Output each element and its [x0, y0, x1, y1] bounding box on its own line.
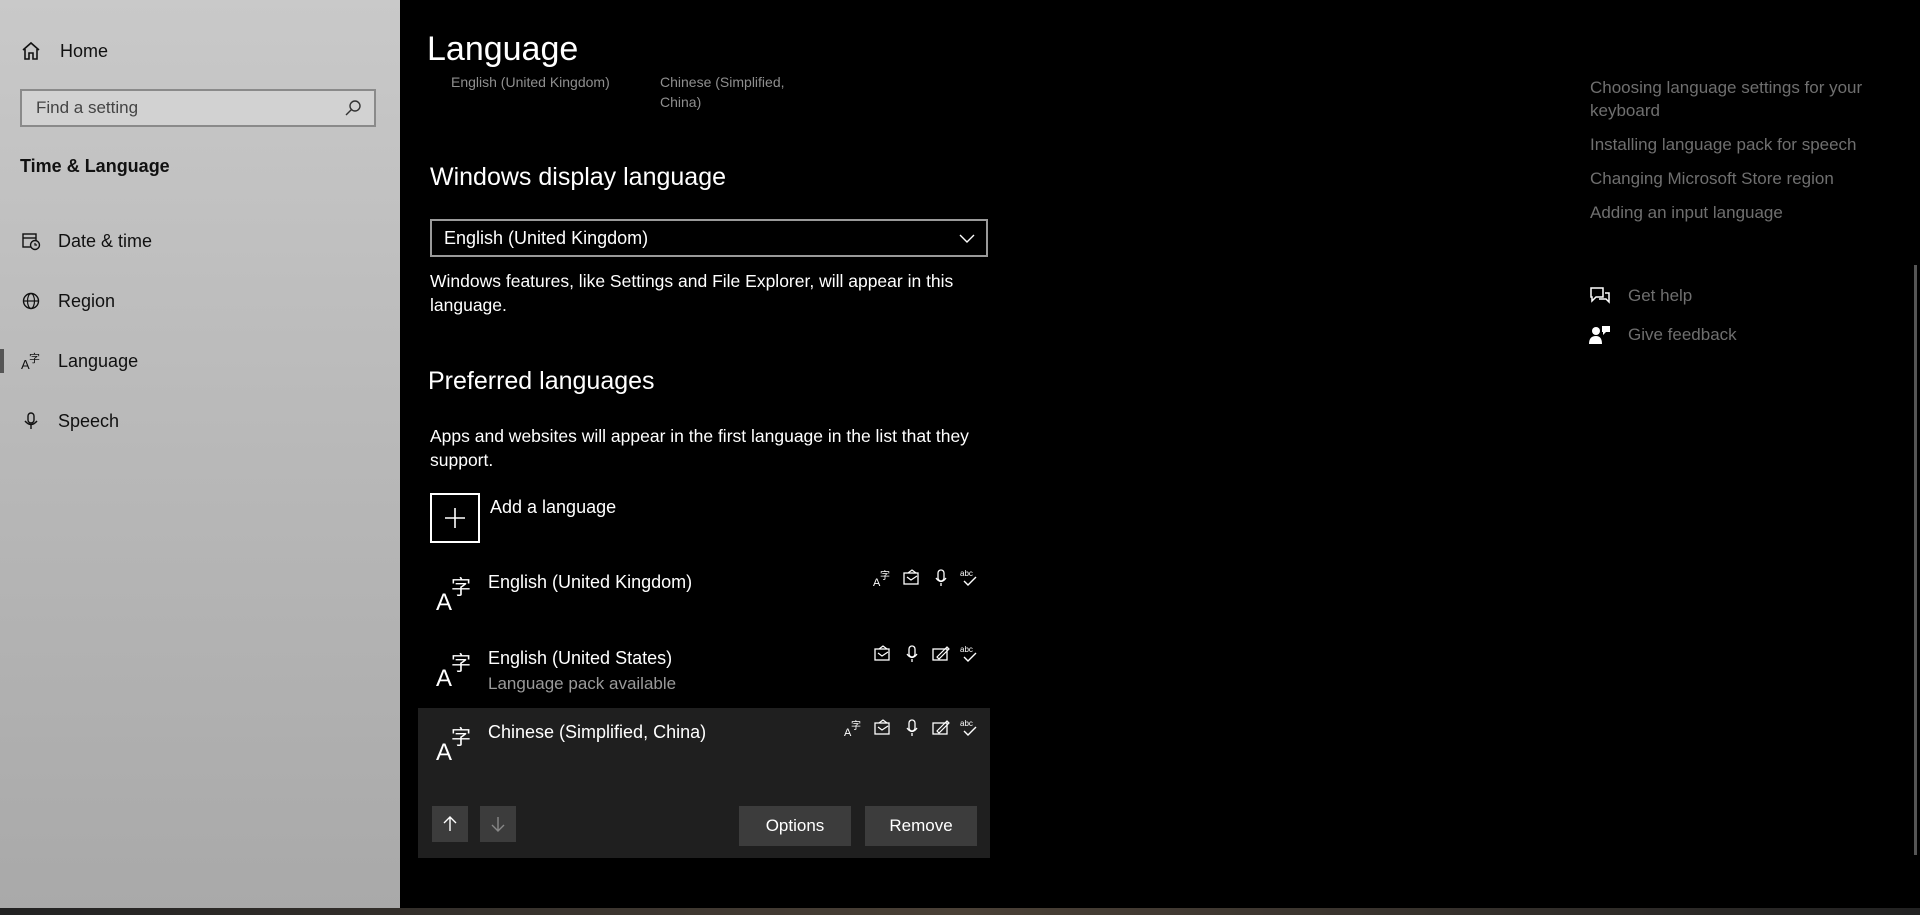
- language-features: A字 abc: [873, 568, 980, 588]
- preferred-languages-heading: Preferred languages: [428, 367, 655, 395]
- chevron-down-icon: [959, 234, 975, 243]
- feedback-icon: [1589, 326, 1610, 344]
- scrollbar[interactable]: [1914, 265, 1917, 855]
- svg-text:A: A: [436, 665, 452, 690]
- language-status: Language pack available: [488, 674, 677, 693]
- get-help-label: Get help: [1628, 286, 1693, 305]
- language-name: Chinese (Simplified, China): [488, 722, 707, 742]
- svg-text:abc: abc: [960, 719, 973, 728]
- text-to-speech-icon: [874, 719, 890, 735]
- display-language-icon: A字: [873, 569, 890, 588]
- get-help-link[interactable]: Get help: [1588, 284, 1692, 308]
- search-input[interactable]: [34, 97, 344, 119]
- handwriting-icon: [932, 720, 950, 735]
- taskbar-edge: [0, 908, 1920, 915]
- svg-text:A: A: [436, 589, 452, 614]
- language-name: English (United States): [488, 648, 673, 668]
- language-name: English (United Kingdom): [488, 572, 693, 592]
- sidebar-item-label: Region: [58, 290, 116, 311]
- svg-text:字: 字: [451, 651, 471, 675]
- language-icon: A字: [436, 575, 471, 614]
- faded-language-label: Chinese (Simplified, China): [660, 72, 785, 112]
- related-link-input-language[interactable]: Adding an input language: [1590, 201, 1890, 224]
- text-to-speech-icon: [874, 645, 890, 661]
- svg-text:字: 字: [880, 569, 890, 582]
- spell-check-icon: abc: [960, 569, 977, 586]
- page-title: Language: [427, 30, 579, 68]
- section-title: Time & Language: [20, 156, 170, 176]
- text-to-speech-icon: [903, 569, 919, 585]
- arrow-down-icon: [491, 817, 505, 832]
- svg-text:字: 字: [851, 719, 861, 732]
- display-language-dropdown[interactable]: English (United Kingdom): [430, 219, 988, 257]
- dropdown-value: English (United Kingdom): [444, 227, 649, 248]
- give-feedback-label: Give feedback: [1628, 325, 1737, 344]
- related-link-keyboard[interactable]: Choosing language settings for your keyb…: [1590, 76, 1890, 122]
- language-features: abc: [873, 644, 980, 664]
- move-up-button[interactable]: [432, 806, 468, 842]
- svg-text:A: A: [436, 739, 452, 764]
- home-label: Home: [60, 40, 109, 61]
- give-feedback-link[interactable]: Give feedback: [1588, 323, 1737, 347]
- svg-text:abc: abc: [960, 569, 973, 578]
- sidebar-item-label: Date & time: [58, 230, 153, 251]
- sidebar-item-speech[interactable]: Speech: [0, 401, 400, 441]
- svg-text:abc: abc: [960, 645, 973, 654]
- search-icon[interactable]: [344, 99, 362, 117]
- language-item-zh-cn[interactable]: A字 Chinese (Simplified, China) A字 abc Op…: [418, 708, 990, 858]
- related-link-speech-pack[interactable]: Installing language pack for speech: [1590, 133, 1890, 156]
- display-language-icon: A字: [844, 719, 861, 738]
- sidebar-item-date-time[interactable]: Date & time: [0, 221, 400, 261]
- home-icon: [22, 41, 40, 60]
- related-link-store-region[interactable]: Changing Microsoft Store region: [1590, 167, 1890, 190]
- sidebar-item-label: Speech: [58, 410, 120, 431]
- sidebar-item-label: Language: [58, 350, 139, 371]
- language-item-en-gb[interactable]: A字 English (United Kingdom) A字 abc: [418, 558, 990, 628]
- search-box[interactable]: [20, 89, 376, 127]
- add-language-label: Add a language: [490, 497, 617, 517]
- language-item-en-us[interactable]: A字 English (United States) Language pack…: [418, 634, 990, 706]
- language-icon: A字: [20, 350, 42, 372]
- remove-button[interactable]: Remove: [865, 806, 977, 846]
- spell-check-icon: abc: [960, 719, 977, 736]
- speech-recognition-icon: [935, 569, 947, 586]
- plus-icon: [430, 493, 480, 543]
- arrow-up-icon: [443, 816, 457, 831]
- faded-line: China): [660, 94, 702, 110]
- language-icon: A字: [436, 651, 471, 690]
- faded-language-label: English (United Kingdom): [451, 74, 610, 90]
- add-language-button[interactable]: Add a language: [430, 493, 616, 543]
- move-down-button[interactable]: [480, 806, 516, 842]
- language-features: A字 abc: [844, 718, 980, 738]
- speech-recognition-icon: [906, 645, 918, 662]
- options-button[interactable]: Options: [739, 806, 851, 846]
- globe-icon: [20, 290, 42, 312]
- svg-text:字: 字: [29, 351, 40, 365]
- faded-line: Chinese (Simplified,: [660, 74, 785, 90]
- display-language-heading: Windows display language: [430, 163, 727, 191]
- language-icon: A字: [436, 725, 471, 764]
- svg-text:字: 字: [451, 725, 471, 749]
- microphone-icon: [20, 410, 42, 432]
- sidebar-item-language[interactable]: A字 Language: [0, 341, 400, 381]
- spell-check-icon: abc: [960, 645, 977, 662]
- svg-text:字: 字: [451, 575, 471, 599]
- home-nav-item[interactable]: Home: [20, 36, 108, 66]
- sidebar-item-region[interactable]: Region: [0, 281, 400, 321]
- sidebar: Home Time & Language Date & time Region …: [0, 0, 400, 910]
- handwriting-icon: [932, 646, 950, 661]
- display-language-description: Windows features, like Settings and File…: [430, 271, 954, 315]
- help-chat-icon: [1590, 287, 1610, 304]
- speech-recognition-icon: [906, 719, 918, 736]
- calendar-clock-icon: [20, 230, 42, 252]
- preferred-languages-description: Apps and websites will appear in the fir…: [430, 426, 969, 470]
